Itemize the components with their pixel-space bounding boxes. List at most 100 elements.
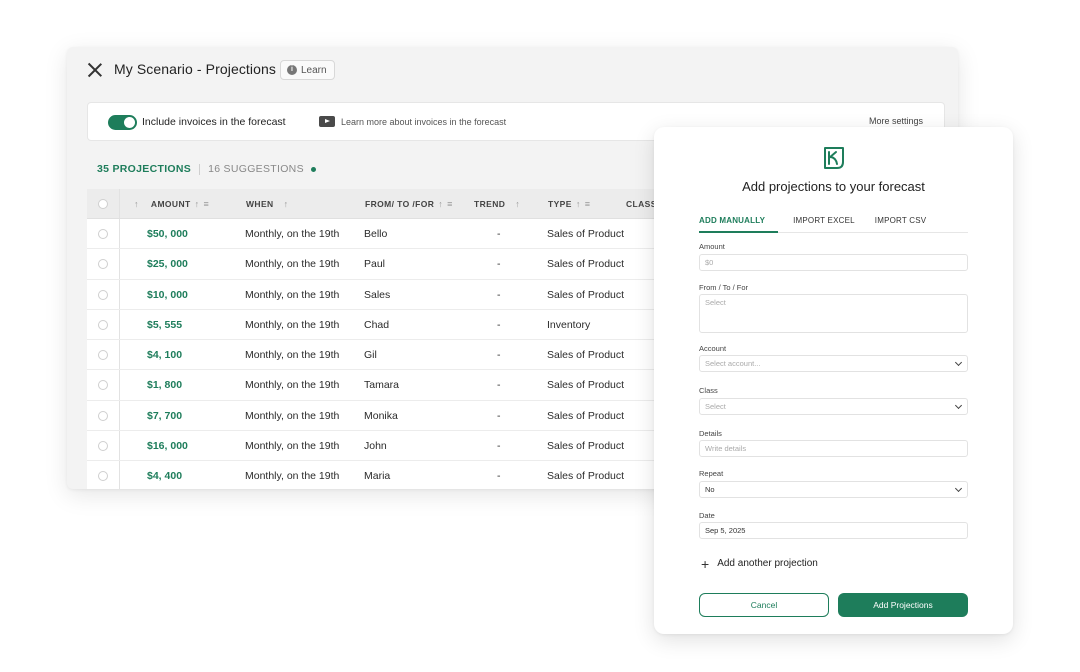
repeat-select[interactable]: No bbox=[699, 481, 968, 498]
column-divider bbox=[119, 370, 120, 400]
sort-icon: ↑ bbox=[194, 199, 200, 209]
column-divider bbox=[119, 249, 120, 279]
type-cell: Inventory bbox=[547, 318, 591, 331]
filter-icon[interactable]: ≡ bbox=[204, 199, 210, 209]
row-select-radio[interactable] bbox=[98, 441, 108, 452]
tab-add-manually[interactable]: ADD MANUALLY bbox=[690, 216, 774, 232]
from-label: From / To / For bbox=[699, 283, 749, 292]
column-divider bbox=[119, 400, 120, 431]
filter-icon[interactable]: ≡ bbox=[447, 199, 453, 209]
amount-cell: $25, 000 bbox=[147, 258, 188, 271]
type-cell: Sales of Product bbox=[547, 349, 625, 362]
include-invoices-label: Include invoices in the forecast bbox=[142, 116, 286, 128]
column-divider bbox=[119, 340, 120, 370]
select-all-radio[interactable] bbox=[98, 199, 108, 209]
account-select[interactable]: Select account... bbox=[699, 355, 968, 372]
projection-tabs: 35 PROJECTIONS 16 SUGGESTIONS bbox=[97, 163, 316, 175]
row-select-radio[interactable] bbox=[98, 229, 108, 239]
sort-icon: ↑ bbox=[515, 199, 521, 209]
include-invoices-toggle[interactable] bbox=[108, 115, 137, 130]
add-another-projection-button[interactable]: + Add another projection bbox=[701, 557, 818, 571]
from-cell: Gil bbox=[364, 349, 377, 362]
amount-cell: $50, 000 bbox=[147, 228, 188, 240]
trend-cell: - bbox=[497, 409, 501, 422]
amount-header[interactable]: ↑ AMOUNT ↑ ≡ bbox=[134, 199, 209, 209]
row-select-radio[interactable] bbox=[98, 380, 108, 391]
when-cell: Monthly, on the 19th bbox=[245, 409, 340, 422]
toggle-knob bbox=[124, 117, 135, 128]
amount-cell: $5, 555 bbox=[147, 318, 183, 331]
class-header[interactable]: CLASS bbox=[626, 199, 657, 209]
account-label: Account bbox=[699, 344, 727, 353]
learn-invoices-link[interactable]: Learn more about invoices in the forecas… bbox=[319, 116, 506, 127]
class-select[interactable]: Select bbox=[699, 398, 968, 415]
page-title: My Scenario - Projections bbox=[114, 61, 277, 77]
type-header[interactable]: TYPE ↑ ≡ bbox=[548, 199, 590, 209]
when-cell: Monthly, on the 19th bbox=[245, 228, 340, 240]
from-cell: Monika bbox=[364, 409, 398, 422]
class-select-value: Select bbox=[705, 402, 726, 411]
tab-projections[interactable]: 35 PROJECTIONS bbox=[97, 163, 191, 175]
tab-import-excel[interactable]: IMPORT EXCEL bbox=[792, 216, 856, 232]
date-field[interactable]: Sep 5, 2025 bbox=[699, 522, 968, 539]
row-select-radio[interactable] bbox=[98, 319, 108, 330]
row-select-radio[interactable] bbox=[98, 259, 108, 270]
tab-divider bbox=[199, 163, 201, 175]
from-cell: Tamara bbox=[364, 379, 400, 392]
chevron-down-icon bbox=[954, 358, 963, 367]
when-cell: Monthly, on the 19th bbox=[245, 318, 340, 331]
row-select-radio[interactable] bbox=[98, 410, 108, 421]
panel-title: Add projections to your forecast bbox=[742, 179, 925, 194]
more-settings-link[interactable]: More settings bbox=[869, 116, 923, 126]
window-header: My Scenario - Projections i Learn bbox=[67, 47, 958, 95]
row-select-radio[interactable] bbox=[98, 350, 108, 361]
sort-icon: ↑ bbox=[283, 199, 289, 209]
from-cell: Maria bbox=[364, 470, 391, 483]
suggestions-indicator-icon bbox=[310, 166, 316, 172]
amount-field[interactable]: $0 bbox=[699, 254, 968, 271]
learn-label: Learn bbox=[301, 64, 327, 76]
panel-tabs: ADD MANUALLY IMPORT EXCEL IMPORT CSV bbox=[699, 216, 927, 232]
class-label: Class bbox=[699, 386, 718, 395]
when-cell: Monthly, on the 19th bbox=[245, 470, 340, 483]
trend-cell: - bbox=[497, 288, 501, 301]
trend-cell: - bbox=[497, 470, 501, 483]
trend-cell: - bbox=[497, 379, 501, 392]
type-cell: Sales of Product bbox=[547, 288, 625, 301]
when-cell: Monthly, on the 19th bbox=[245, 258, 340, 271]
when-header-label: WHEN bbox=[246, 199, 274, 209]
trend-cell: - bbox=[497, 318, 501, 331]
from-header[interactable]: FROM/ TO /FOR ↑ ≡ bbox=[365, 199, 453, 209]
when-header[interactable]: WHEN ↑ bbox=[246, 199, 288, 209]
from-cell: Bello bbox=[364, 228, 388, 240]
tab-import-csv[interactable]: IMPORT CSV bbox=[874, 216, 928, 232]
cancel-button[interactable]: Cancel bbox=[699, 593, 829, 617]
amount-cell: $10, 000 bbox=[147, 288, 188, 301]
details-field[interactable]: Write details bbox=[699, 440, 968, 457]
amount-cell: $16, 000 bbox=[147, 440, 188, 453]
from-cell: John bbox=[364, 440, 387, 453]
column-divider bbox=[119, 309, 120, 340]
column-divider bbox=[119, 279, 120, 309]
tab-suggestions[interactable]: 16 SUGGESTIONS bbox=[208, 163, 304, 175]
add-projections-button[interactable]: Add Projections bbox=[838, 593, 968, 617]
amount-cell: $4, 400 bbox=[147, 470, 183, 483]
filter-icon[interactable]: ≡ bbox=[585, 199, 591, 209]
sort-icon: ↑ bbox=[134, 199, 139, 209]
repeat-select-value: No bbox=[705, 485, 715, 494]
row-select-radio[interactable] bbox=[98, 471, 108, 482]
details-label: Details bbox=[699, 429, 722, 438]
repeat-label: Repeat bbox=[699, 469, 724, 478]
date-label: Date bbox=[699, 511, 715, 520]
type-cell: Sales of Product bbox=[547, 470, 625, 483]
type-cell: Sales of Product bbox=[547, 258, 625, 271]
from-field[interactable]: Select bbox=[699, 294, 968, 333]
account-select-value: Select account... bbox=[705, 359, 761, 368]
trend-header[interactable]: TREND ↑ bbox=[474, 199, 520, 209]
close-icon[interactable] bbox=[87, 62, 103, 78]
learn-button[interactable]: i Learn bbox=[280, 60, 335, 80]
amount-cell: $4, 100 bbox=[147, 349, 183, 362]
brand-leaf-icon bbox=[824, 147, 844, 169]
row-select-radio[interactable] bbox=[98, 289, 108, 300]
trend-cell: - bbox=[497, 440, 501, 453]
